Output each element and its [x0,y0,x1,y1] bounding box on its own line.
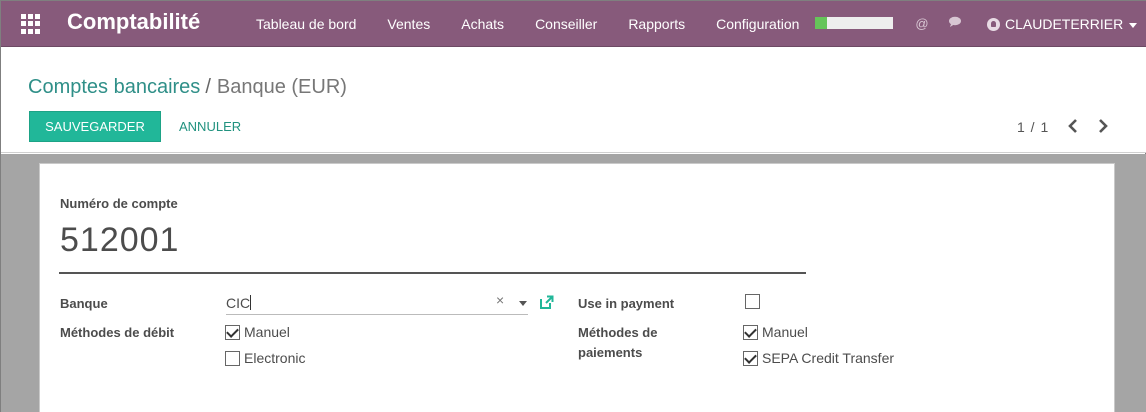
user-avatar-icon [987,17,1000,31]
bank-input[interactable]: CIC [226,293,528,315]
checkbox[interactable] [225,350,240,366]
menu-item-achats[interactable]: Achats [461,16,504,32]
chevron-down-icon [1129,22,1138,28]
control-panel: Comptes bancaires / Banque (EUR) SAUVEGARD… [1,47,1146,153]
form-view-background: Numéro de compte 512001 Banque CIC × Mét… [1,154,1146,412]
menu-item-rapports[interactable]: Rapports [628,16,685,32]
checkbox-label: Manuel [244,324,290,340]
onboarding-progress-bar[interactable] [815,17,893,29]
checkbox-label: Manuel [762,324,808,340]
checkbox[interactable] [743,350,758,366]
debit-method-electronic[interactable]: Electronic [225,350,305,366]
app-title: Comptabilité [67,9,201,34]
pager-previous-button[interactable] [1065,118,1081,134]
checkbox[interactable] [745,294,760,309]
text-cursor [250,295,252,310]
bank-label: Banque [60,296,108,311]
user-name: CLAUDETERRIER [1005,16,1124,32]
top-navbar: Comptabilité Tableau de bord Ventes Acha… [1,1,1146,47]
checkbox-label: SEPA Credit Transfer [762,350,895,366]
breadcrumb-parent-link[interactable]: Comptes bancaires [28,76,200,98]
menu-item-tableau-de-bord[interactable]: Tableau de bord [256,16,356,32]
menu-item-configuration[interactable]: Configuration [716,16,799,32]
payment-method-sepa[interactable]: SEPA Credit Transfer [743,350,894,366]
chevron-left-icon [1068,119,1077,133]
account-number-underline [59,272,806,274]
checkbox-label: Electronic [244,350,306,366]
save-button[interactable]: SAUVEGARDER [29,111,161,142]
checkbox[interactable] [225,324,240,340]
debit-method-manuel[interactable]: Manuel [225,324,290,340]
mention-icon[interactable]: @ [913,15,931,33]
use-in-payment-field[interactable] [745,294,764,309]
payment-methods-label-line1: Méthodes de [578,325,658,340]
payment-methods-label-line2: paiements [578,345,643,360]
checkbox[interactable] [743,324,758,340]
progress-fill [815,17,827,29]
debit-methods-label: Méthodes de débit [60,325,175,340]
dropdown-caret-icon[interactable] [519,301,527,306]
breadcrumb-current: Banque (EUR) [216,76,347,98]
payment-method-manuel[interactable]: Manuel [743,324,808,340]
use-in-payment-label: Use in payment [578,296,675,311]
breadcrumb-separator: / [205,76,211,98]
chevron-right-icon [1099,119,1108,133]
breadcrumb: Comptes bancaires / Banque (EUR) [28,76,347,99]
pager-next-button[interactable] [1095,118,1111,134]
bank-input-value: CIC [226,295,251,311]
form-sheet: Numéro de compte 512001 Banque CIC × Mét… [39,163,1115,412]
account-number-field[interactable]: 512001 [60,221,179,260]
menu-item-ventes[interactable]: Ventes [387,16,430,32]
user-menu[interactable]: CLAUDETERRIER [987,15,1138,33]
main-menu: Tableau de bord Ventes Achats Conseiller… [246,1,820,47]
account-number-label: Numéro de compte [60,196,178,211]
cancel-button[interactable]: ANNULER [179,119,241,134]
menu-item-conseiller[interactable]: Conseiller [535,16,597,32]
apps-menu-icon[interactable] [21,14,41,34]
external-link-icon[interactable] [539,295,554,310]
pager-value: 1 / 1 [1017,119,1050,135]
chat-icon[interactable] [946,15,964,33]
clear-icon[interactable]: × [496,292,504,308]
